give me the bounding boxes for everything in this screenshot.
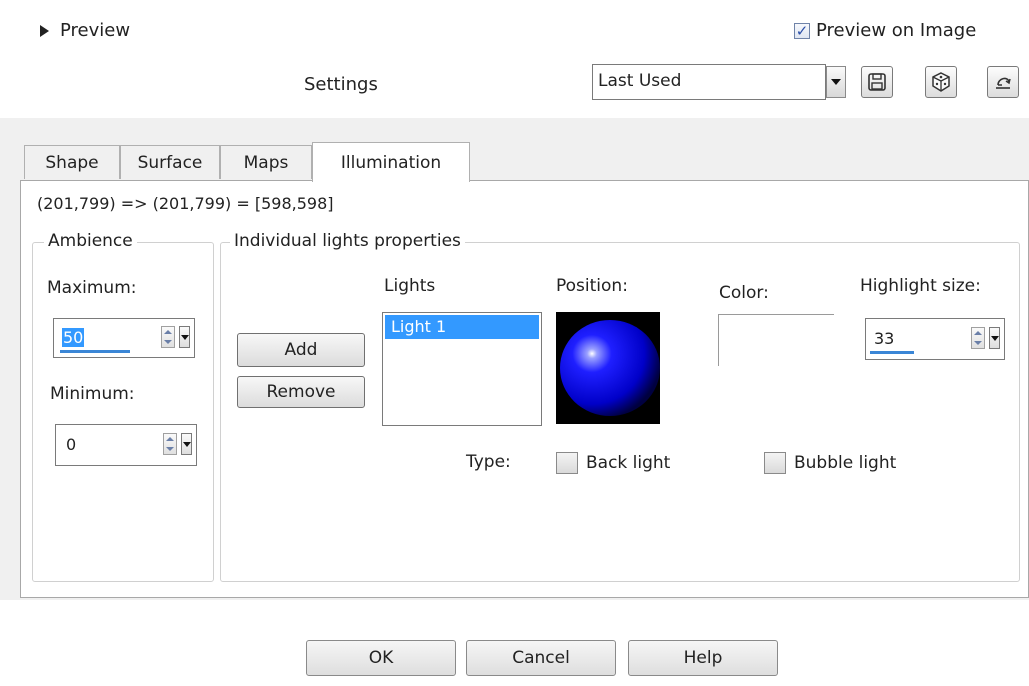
header-area — [0, 0, 1029, 118]
ok-label: OK — [368, 648, 394, 668]
help-label: Help — [683, 648, 723, 668]
bubble-light-label: Bubble light — [794, 453, 897, 473]
ambience-title: Ambience — [44, 231, 137, 251]
back-light-checkbox[interactable]: Back light — [556, 452, 670, 474]
help-button[interactable]: Help — [628, 640, 778, 676]
minimum-label: Minimum: — [50, 384, 135, 404]
save-icon — [868, 73, 886, 91]
tab-surface[interactable]: Surface — [120, 145, 220, 179]
remove-label: Remove — [266, 382, 336, 402]
settings-value: Last Used — [598, 71, 682, 91]
position-preview[interactable] — [556, 312, 660, 424]
maximum-slider-bar[interactable] — [60, 350, 130, 353]
settings-combo[interactable]: Last Used — [592, 64, 826, 100]
checkbox-icon — [556, 452, 578, 474]
lights-list[interactable]: Light 1 — [382, 312, 542, 426]
chevron-down-icon[interactable] — [181, 433, 192, 455]
triangle-right-icon — [40, 24, 49, 37]
spin-up-down-icon[interactable] — [163, 433, 177, 455]
settings-label: Settings — [304, 74, 378, 95]
bubble-light-checkbox[interactable]: Bubble light — [764, 452, 896, 474]
individual-lights-title: Individual lights properties — [230, 231, 465, 251]
preview-toggle[interactable]: Preview — [40, 20, 130, 41]
preview-on-image-checkbox[interactable]: ✓ Preview on Image — [794, 20, 976, 41]
spin-up-down-icon[interactable] — [971, 327, 985, 349]
tab-illumination-label: Illumination — [340, 152, 442, 173]
back-light-label: Back light — [586, 453, 671, 473]
cancel-button[interactable]: Cancel — [466, 640, 616, 676]
reset-button[interactable] — [987, 66, 1019, 98]
light-sphere-image — [560, 320, 660, 416]
add-light-button[interactable]: Add — [237, 333, 365, 367]
tab-shape[interactable]: Shape — [24, 145, 120, 179]
coordinates-readout: (201,799) => (201,799) = [598,598] — [37, 194, 334, 213]
ok-button[interactable]: OK — [306, 640, 456, 676]
spin-up-down-icon[interactable] — [161, 326, 175, 348]
tab-maps[interactable]: Maps — [220, 145, 312, 179]
highlight-size-spinner[interactable]: 33 — [865, 318, 1005, 360]
highlight-slider-bar[interactable] — [870, 351, 914, 354]
reset-icon — [996, 77, 1011, 89]
chevron-down-icon[interactable] — [179, 326, 190, 348]
maximum-spinner[interactable]: 50 — [53, 318, 195, 358]
add-label: Add — [284, 340, 318, 360]
light-1-label: Light 1 — [391, 317, 447, 336]
highlight-size-label: Highlight size: — [860, 276, 981, 296]
cancel-label: Cancel — [512, 648, 570, 668]
tab-shape-label: Shape — [45, 152, 99, 173]
highlight-size-value[interactable]: 33 — [874, 329, 894, 348]
position-label: Position: — [556, 276, 628, 296]
preview-on-image-label: Preview on Image — [816, 20, 977, 41]
lights-label: Lights — [384, 276, 436, 296]
minimum-value[interactable]: 0 — [66, 435, 76, 454]
remove-light-button[interactable]: Remove — [237, 376, 365, 408]
chevron-down-icon[interactable] — [989, 327, 1000, 349]
list-item[interactable]: Light 1 — [385, 315, 539, 339]
minimum-spinner[interactable]: 0 — [55, 424, 197, 466]
tab-maps-label: Maps — [243, 152, 289, 173]
type-label: Type: — [466, 452, 511, 472]
checkbox-icon — [764, 452, 786, 474]
maximum-label: Maximum: — [47, 278, 137, 298]
chevron-down-icon — [831, 79, 841, 85]
settings-dropdown-button[interactable] — [826, 66, 846, 98]
preview-label: Preview — [60, 20, 131, 41]
randomize-button[interactable] — [925, 66, 957, 98]
tab-surface-label: Surface — [137, 152, 203, 173]
save-preset-button[interactable] — [861, 66, 893, 98]
checkbox-icon: ✓ — [794, 21, 810, 40]
randomize-icon — [932, 72, 950, 92]
color-swatch[interactable] — [718, 314, 834, 366]
maximum-value[interactable]: 50 — [62, 328, 85, 347]
color-label: Color: — [719, 283, 769, 303]
tab-illumination[interactable]: Illumination — [312, 142, 470, 182]
